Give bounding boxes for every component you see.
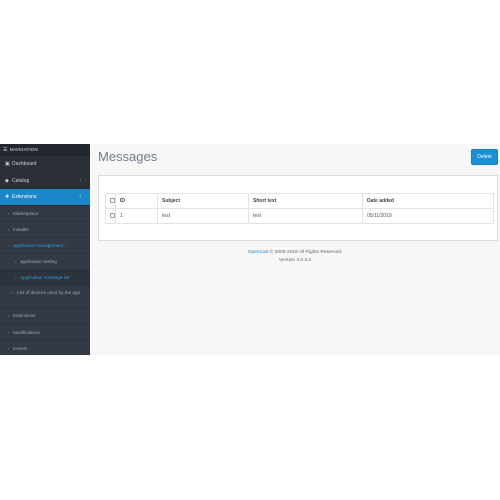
application-submenu: › application setting › Application messag… <box>0 254 90 309</box>
column-header-short-text[interactable]: Short text <box>248 193 363 209</box>
sidebar-item-label: Extensions <box>13 313 36 319</box>
cell-subject: test <box>157 208 249 224</box>
sidebar-item-marketplace[interactable]: › Marketplace <box>0 206 90 222</box>
table-header-row: ID Subject Short text Date added <box>105 193 494 209</box>
sidebar-item-label: Application message list <box>20 275 70 281</box>
opencart-link[interactable]: OpenCart <box>248 250 269 255</box>
sidebar-item-extensions-list[interactable]: › Extensions <box>0 308 90 325</box>
sidebar-item-application-setting[interactable]: › application setting <box>0 254 90 271</box>
select-all-cell <box>105 193 116 209</box>
column-header-date-added[interactable]: Date added <box>362 193 494 209</box>
messages-panel: ID Subject Short text Date added 1 test … <box>98 175 498 241</box>
sidebar-item-catalog[interactable]: ◆ Catalog › <box>0 173 90 189</box>
sidebar-item-label: List of devices used by the app <box>17 290 81 296</box>
footer: OpenCart © 2009-2019 All Rights Reserved… <box>90 249 500 264</box>
sidebar-item-label: Catalog <box>12 177 30 184</box>
sidebar-item-modifications[interactable]: › Modifications <box>0 325 90 341</box>
sidebar: ☰ NAVIGATION ▣ Dashboard ◆ Catalog › ✚ Exten… <box>0 144 90 355</box>
sidebar-item-label: Marketplace <box>13 210 39 216</box>
table-row[interactable]: 1 test test 05/11/2019 <box>105 208 494 224</box>
version-text: Version 3.0.3.2 <box>278 257 311 263</box>
sidebar-item-application-message-list[interactable]: › Application message list <box>0 270 90 287</box>
chevron-down-icon: ‹ <box>79 194 81 200</box>
sidebar-item-dashboard[interactable]: ▣ Dashboard <box>0 156 90 173</box>
column-header-subject[interactable]: Subject <box>157 193 249 209</box>
dashboard-icon: ▣ <box>5 161 10 167</box>
sidebar-item-label: Extensions <box>12 194 37 200</box>
page-title: Messages <box>98 149 158 164</box>
row-checkbox[interactable] <box>110 212 115 218</box>
sidebar-item-device-list[interactable]: › List of devices used by the app <box>0 286 90 309</box>
chevron-down-icon: ‹ <box>63 242 66 248</box>
chevron-right-icon: › <box>79 177 81 184</box>
sidebar-item-label: application management <box>13 242 64 248</box>
cell-date-added: 05/11/2019 <box>362 208 494 224</box>
sidebar-item-extensions[interactable]: ✚ Extensions ‹ <box>0 189 90 206</box>
cell-id: 1 <box>115 208 158 224</box>
cell-short-text: test <box>248 208 363 224</box>
puzzle-icon: ✚ <box>5 194 10 200</box>
sidebar-item-label: Events <box>13 345 28 351</box>
delete-button[interactable]: Delete <box>471 149 498 165</box>
copyright-line: OpenCart © 2009-2019 All Rights Reserved… <box>90 249 500 257</box>
select-all-checkbox[interactable] <box>110 197 115 203</box>
sidebar-item-label: Dashboard <box>12 161 37 167</box>
sidebar-item-label: application setting <box>20 259 57 265</box>
sidebar-item-events[interactable]: › Events <box>0 341 90 355</box>
sidebar-item-label: Modifications <box>13 329 40 335</box>
extensions-submenu: › Marketplace › Installer › application man… <box>0 205 90 355</box>
row-select-cell <box>105 208 116 224</box>
column-header-id[interactable]: ID <box>115 193 158 209</box>
tag-icon: ◆ <box>5 177 9 184</box>
messages-table: ID Subject Short text Date added 1 test … <box>105 193 494 224</box>
main-content: Messages Delete ID Subject Short text Da… <box>90 144 500 355</box>
menu-icon: ☰ <box>3 147 8 153</box>
app-frame: ☰ NAVIGATION ▣ Dashboard ◆ Catalog › ✚ Exten… <box>0 144 500 355</box>
sidebar-item-label: Installer <box>13 226 30 232</box>
navigation-label: NAVIGATION <box>9 147 38 152</box>
navigation-header: ☰ NAVIGATION <box>0 144 90 156</box>
copyright-text: © 2009-2019 All Rights Reserved. <box>268 250 343 255</box>
sidebar-item-application-management[interactable]: › application management ‹ <box>0 238 90 255</box>
sidebar-item-installer[interactable]: › Installer <box>0 222 90 238</box>
